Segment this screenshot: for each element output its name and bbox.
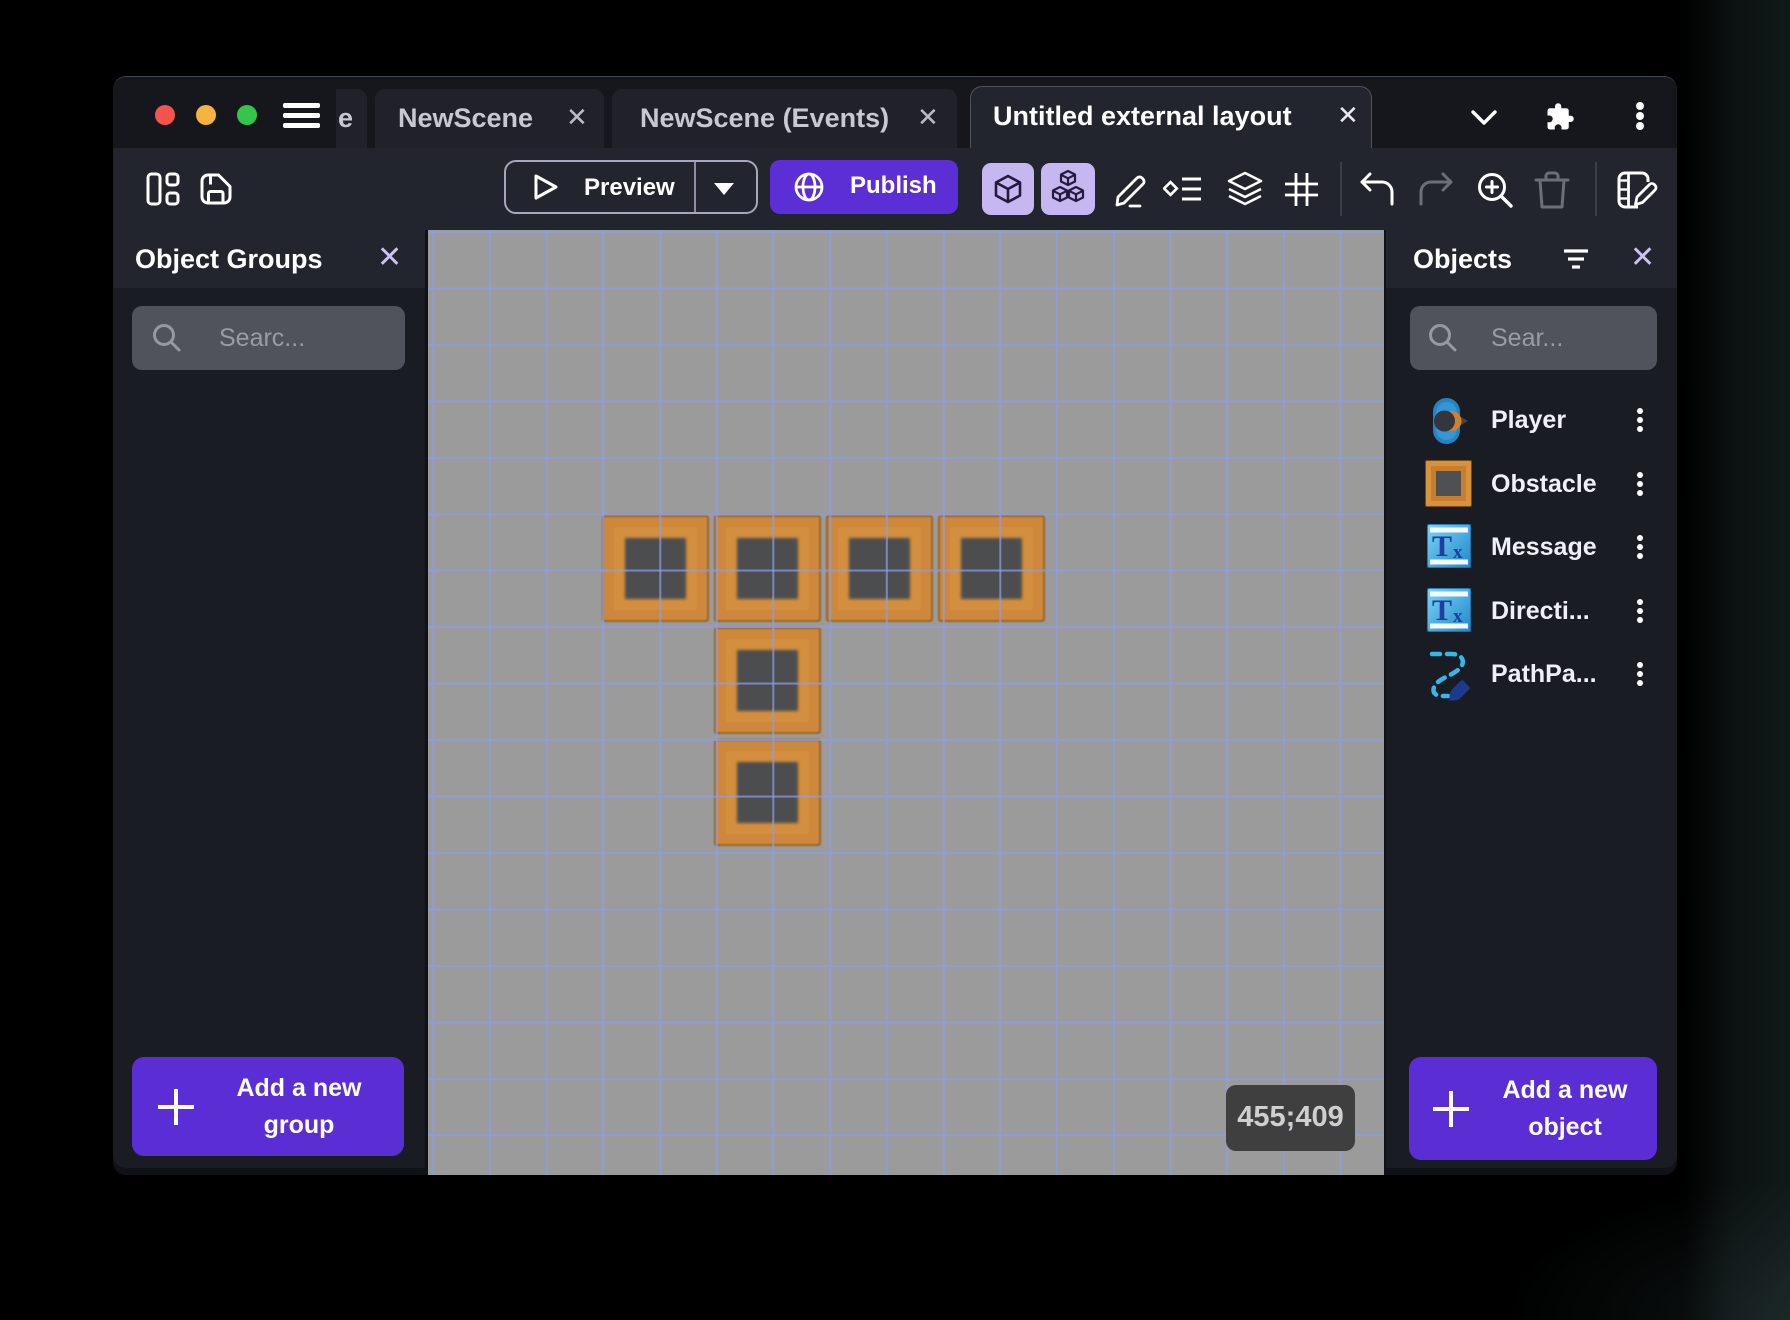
svg-text:x: x	[1453, 606, 1463, 627]
svg-text:T: T	[1432, 530, 1452, 563]
svg-text:x: x	[1453, 542, 1463, 563]
svg-text:T: T	[1432, 594, 1452, 627]
